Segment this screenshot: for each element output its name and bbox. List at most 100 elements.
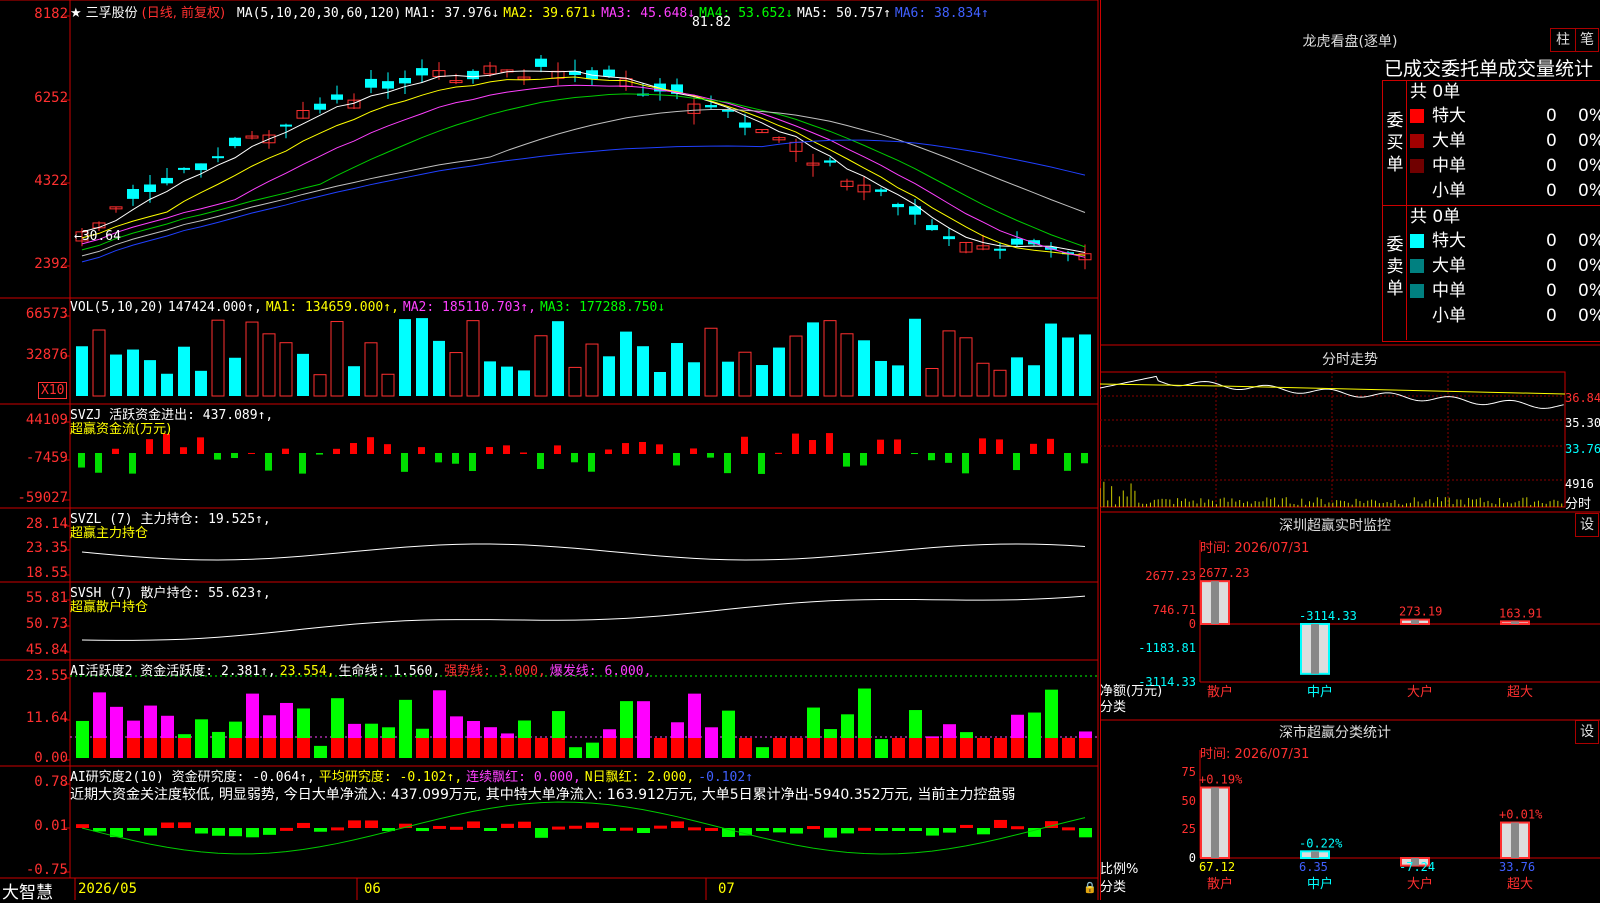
candle-down	[416, 68, 428, 76]
volume-bar-down	[178, 346, 190, 396]
flow-bar	[877, 439, 884, 454]
research-bar	[144, 828, 157, 836]
activity-base	[127, 738, 140, 758]
research-bar	[994, 819, 1007, 828]
volume-bar-down	[807, 322, 819, 396]
research-bar	[348, 820, 361, 828]
activity-base	[501, 738, 514, 758]
research-bar	[178, 822, 191, 828]
volume-bar-up	[330, 321, 344, 397]
flow-bar	[384, 444, 391, 454]
chart-category-label: 大户	[1407, 684, 1433, 700]
volume-bar-down	[1028, 365, 1040, 396]
candle-down	[382, 81, 394, 89]
activity-base	[688, 738, 701, 758]
activity-base	[603, 738, 616, 758]
ai-research-label: AI研究度2(10) 资金研究度: -0.064↑,	[70, 770, 315, 785]
volume-bar-down	[875, 360, 887, 396]
volume-bar-down	[161, 373, 173, 396]
flow-bar	[741, 436, 748, 454]
ai-research-comment: 近期大资金关注度较低, 明显弱势, 今日大单净流入: 437.099万元, 其中…	[70, 787, 1016, 803]
activity-base	[161, 738, 174, 758]
flow-bar	[945, 453, 952, 463]
activity-base	[1011, 738, 1024, 758]
research-bar	[790, 828, 803, 834]
flow-bar	[486, 447, 493, 454]
research-bar	[212, 828, 225, 836]
candle-down	[314, 103, 326, 110]
research-bar	[637, 828, 650, 834]
flow-bar	[520, 452, 527, 454]
stock-name[interactable]: 三孚股份	[86, 6, 138, 21]
volume-bar-up	[313, 374, 327, 397]
activity-base	[790, 738, 803, 758]
chart-bar-shade	[1511, 822, 1519, 858]
research-bar	[858, 827, 871, 831]
ai-res-axis-3: -0.75	[25, 862, 68, 878]
flow-bar	[1030, 443, 1037, 454]
kline-chart-area[interactable]	[0, 0, 1100, 900]
research-bar	[195, 828, 208, 834]
volume-bar-up	[211, 319, 225, 397]
candle-down	[739, 122, 751, 128]
volume-bar-down	[603, 356, 615, 396]
candle-down	[994, 248, 1006, 251]
activity-base	[348, 738, 361, 758]
flow-bar	[435, 453, 442, 463]
flow-bar	[911, 453, 918, 455]
candle-down	[229, 137, 241, 147]
research-bar	[569, 825, 582, 829]
vol-label: VOL(5,10,20)	[70, 300, 164, 315]
activity-base	[977, 738, 990, 758]
flow-bar	[707, 453, 714, 458]
chart-bar-label: 2677.23	[1199, 566, 1250, 580]
flow-bar	[146, 439, 153, 454]
chart-mode[interactable]: (日线, 前复权)	[142, 6, 225, 21]
ai-research-avg: 平均研究度: -0.102↑,	[318, 770, 463, 785]
flow-bar	[860, 453, 867, 466]
flow-bar	[809, 440, 816, 454]
ma-line	[81, 84, 1086, 258]
volume-bar-up	[789, 335, 803, 397]
volume-bar-down	[722, 361, 734, 396]
chart-axis-label: 2677.23	[1145, 569, 1196, 583]
research-bar	[416, 828, 429, 832]
vol-axis-2: 32876	[25, 347, 68, 363]
candle-down	[127, 189, 139, 199]
svzl-axis-1: 28.14	[25, 516, 68, 532]
flow-bar	[418, 447, 425, 454]
flow-bar	[996, 439, 1003, 454]
chart-bar-label: -3114.33	[1299, 609, 1357, 623]
ma-label: MA(5,10,20,30,60,120)	[236, 6, 402, 21]
research-bar	[263, 828, 276, 835]
flow-bar	[673, 453, 680, 466]
vol-unit-badge[interactable]: X10	[38, 382, 68, 399]
flow-bar	[333, 448, 340, 454]
research-bar	[518, 821, 531, 828]
research-bar	[484, 828, 497, 831]
activity-bar	[212, 731, 225, 758]
volume-bar-up	[568, 366, 582, 397]
ai-act-axis-3: 0.00	[34, 750, 68, 766]
activity-base	[1045, 738, 1058, 758]
activity-base	[331, 738, 344, 758]
volume-bar-down	[620, 331, 632, 396]
ma-line	[81, 108, 1086, 257]
activity-base	[382, 738, 395, 758]
candle-down	[331, 94, 343, 100]
volume-bar-down	[127, 349, 139, 396]
research-bar	[926, 828, 939, 836]
flow-bar	[792, 433, 799, 454]
research-bar	[807, 826, 820, 830]
activity-base	[824, 738, 837, 758]
activity-base	[841, 738, 854, 758]
chart-axis-label: 50	[1182, 794, 1196, 808]
chart-bar-label: 163.91	[1499, 606, 1542, 620]
lock-icon[interactable]: 🔒	[1083, 881, 1097, 894]
activity-bar	[586, 742, 599, 758]
volume-bar-down	[144, 360, 156, 396]
activity-base	[892, 738, 905, 758]
research-bar	[229, 828, 242, 837]
flow-bar	[775, 452, 782, 454]
activity-base	[535, 738, 548, 758]
